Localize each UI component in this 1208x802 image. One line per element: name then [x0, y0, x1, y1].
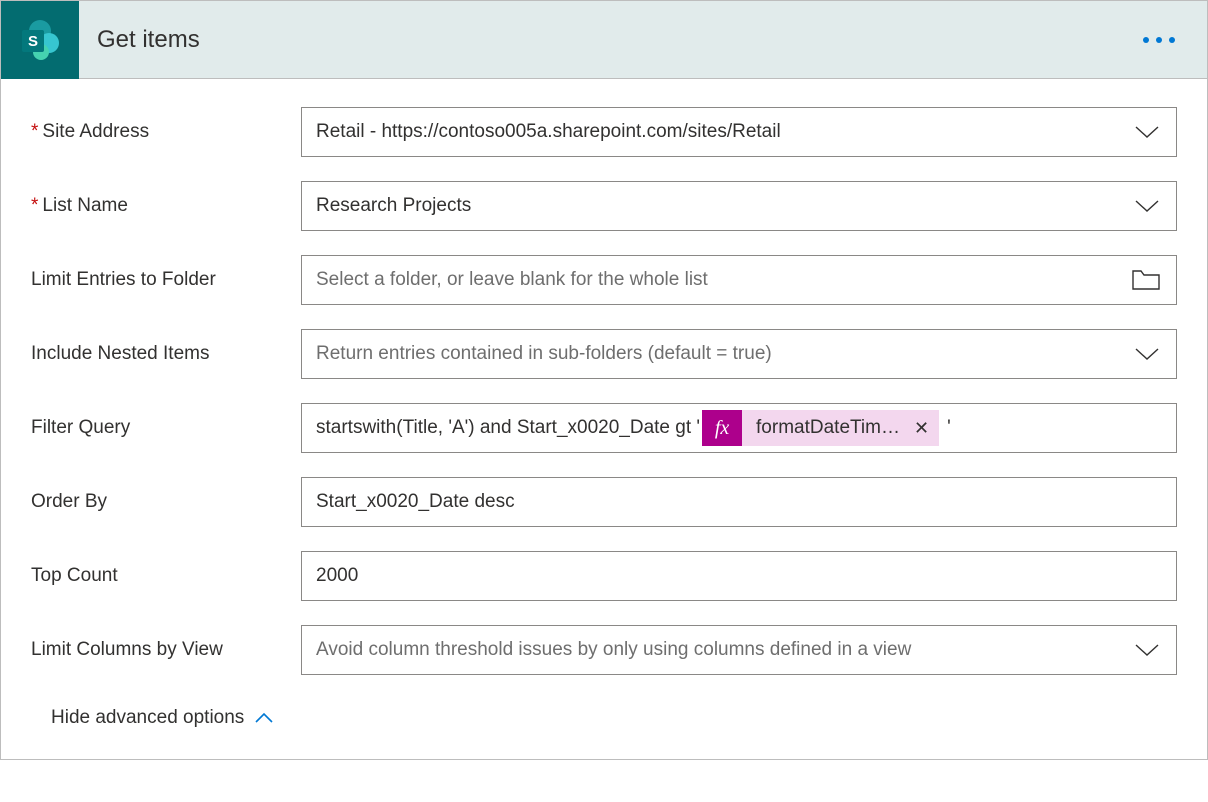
label-include-nested: Include Nested Items	[31, 342, 301, 367]
filter-query-input[interactable]: startswith(Title, 'A') and Start_x0020_D…	[301, 403, 1177, 453]
label-limit-folder: Limit Entries to Folder	[31, 268, 301, 293]
filter-text-before: startswith(Title, 'A') and Start_x0020_D…	[316, 417, 700, 439]
label-top-count: Top Count	[31, 564, 301, 589]
token-remove-button[interactable]: ✕	[912, 418, 939, 439]
limit-folder-input[interactable]: Select a folder, or leave blank for the …	[301, 255, 1177, 305]
site-address-dropdown[interactable]: Retail - https://contoso005a.sharepoint.…	[301, 107, 1177, 157]
row-site-address: Site Address Retail - https://contoso005…	[31, 107, 1177, 157]
dot-icon	[1156, 37, 1162, 43]
more-menu-button[interactable]	[1137, 31, 1181, 49]
row-filter-query: Filter Query startswith(Title, 'A') and …	[31, 403, 1177, 453]
list-name-dropdown[interactable]: Research Projects	[301, 181, 1177, 231]
get-items-card: S Get items Site Address Retail - https:…	[0, 0, 1208, 760]
limit-columns-placeholder: Avoid column threshold issues by only us…	[316, 639, 911, 661]
row-top-count: Top Count 2000	[31, 551, 1177, 601]
hide-advanced-toggle[interactable]: Hide advanced options	[31, 699, 274, 747]
include-nested-placeholder: Return entries contained in sub-folders …	[316, 343, 772, 365]
advanced-toggle-label: Hide advanced options	[51, 707, 244, 729]
chevron-up-icon	[254, 712, 274, 724]
label-limit-columns: Limit Columns by View	[31, 638, 301, 663]
folder-picker-icon[interactable]	[1132, 269, 1160, 291]
card-title: Get items	[97, 26, 200, 54]
label-filter-query: Filter Query	[31, 416, 301, 441]
filter-text-after: '	[947, 417, 951, 439]
row-limit-folder: Limit Entries to Folder Select a folder,…	[31, 255, 1177, 305]
fx-icon: fx	[702, 410, 742, 446]
label-site-address: Site Address	[31, 120, 301, 145]
expression-token-label: formatDateTim…	[742, 417, 912, 439]
site-address-value: Retail - https://contoso005a.sharepoint.…	[316, 121, 781, 143]
limit-folder-placeholder: Select a folder, or leave blank for the …	[316, 269, 708, 291]
card-header: S Get items	[1, 1, 1207, 79]
dot-icon	[1169, 37, 1175, 43]
row-list-name: List Name Research Projects	[31, 181, 1177, 231]
top-count-input[interactable]: 2000	[301, 551, 1177, 601]
chevron-down-icon	[1134, 642, 1160, 658]
chevron-down-icon	[1134, 198, 1160, 214]
sharepoint-logo-icon: S	[1, 1, 79, 79]
label-list-name: List Name	[31, 194, 301, 219]
chevron-down-icon	[1134, 124, 1160, 140]
row-order-by: Order By Start_x0020_Date desc	[31, 477, 1177, 527]
include-nested-dropdown[interactable]: Return entries contained in sub-folders …	[301, 329, 1177, 379]
chevron-down-icon	[1134, 346, 1160, 362]
expression-token[interactable]: fx formatDateTim… ✕	[702, 410, 939, 446]
label-order-by: Order By	[31, 490, 301, 515]
top-count-value: 2000	[316, 565, 358, 587]
order-by-input[interactable]: Start_x0020_Date desc	[301, 477, 1177, 527]
row-limit-columns: Limit Columns by View Avoid column thres…	[31, 625, 1177, 675]
limit-columns-dropdown[interactable]: Avoid column threshold issues by only us…	[301, 625, 1177, 675]
dot-icon	[1143, 37, 1149, 43]
row-include-nested: Include Nested Items Return entries cont…	[31, 329, 1177, 379]
svg-text:S: S	[28, 33, 38, 50]
card-body: Site Address Retail - https://contoso005…	[1, 79, 1207, 759]
order-by-value: Start_x0020_Date desc	[316, 491, 515, 513]
list-name-value: Research Projects	[316, 195, 471, 217]
